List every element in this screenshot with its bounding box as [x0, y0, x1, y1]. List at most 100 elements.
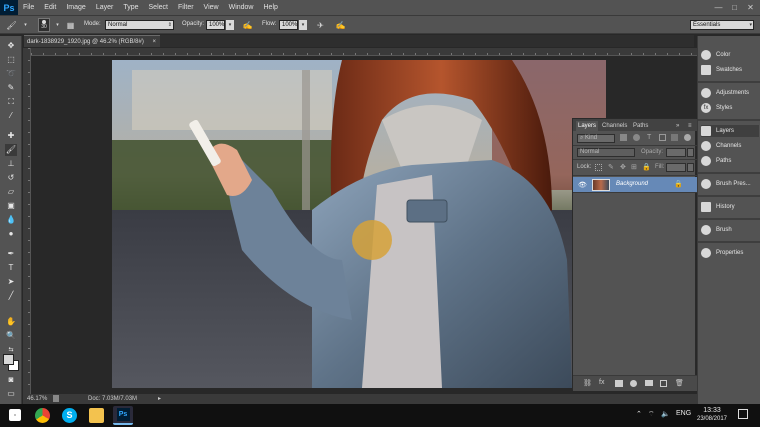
tab-layers[interactable]: Layers [576, 121, 599, 131]
minimize-button[interactable]: — [713, 2, 724, 13]
foreground-color-swatch[interactable] [3, 354, 14, 365]
dock-layers[interactable]: Layers [701, 125, 759, 137]
blend-mode-select[interactable]: Normal [577, 148, 635, 157]
layer-row-background[interactable]: 👁 Background 🔒 [573, 177, 697, 193]
brush-tool-preset-icon[interactable]: 🖌 [6, 20, 17, 31]
skype-icon[interactable]: S [62, 408, 77, 423]
volume-icon[interactable]: 🔈 [661, 410, 670, 418]
panel-menu-icon[interactable]: ≡ [686, 121, 694, 131]
crop-tool-icon[interactable]: ⛶ [5, 96, 17, 108]
add-mask-icon[interactable] [615, 380, 623, 387]
opacity-dropdown-icon[interactable]: ▾ [226, 20, 234, 30]
lock-position-icon[interactable]: ✥ [620, 163, 626, 171]
filter-adjustment-icon[interactable] [633, 134, 640, 141]
clone-stamp-tool-icon[interactable]: ⊥ [5, 158, 17, 170]
dock-properties[interactable]: Properties [701, 247, 759, 259]
close-window-button[interactable]: ✕ [745, 2, 756, 13]
layer-opacity-dropdown-icon[interactable] [687, 148, 694, 157]
layer-style-icon[interactable]: fx [599, 379, 604, 386]
healing-brush-tool-icon[interactable]: ✚ [5, 130, 17, 142]
eyedropper-tool-icon[interactable]: ⁄ [5, 110, 17, 122]
delete-layer-icon[interactable]: 🗑 [675, 379, 684, 387]
filter-shape-icon[interactable] [659, 134, 666, 141]
blur-tool-icon[interactable]: 💧 [5, 214, 17, 226]
history-brush-tool-icon[interactable]: ↺ [5, 172, 17, 184]
dock-color[interactable]: Color [701, 49, 759, 61]
tray-chevron-icon[interactable]: ⌃ [636, 410, 642, 418]
layer-filter-kind[interactable]: ⌕ Kind [577, 134, 615, 143]
filter-toggle-icon[interactable] [684, 134, 691, 141]
layer-visibility-eye-icon[interactable]: 👁 [578, 181, 587, 189]
status-menu-arrow-icon[interactable]: ▸ [158, 395, 161, 402]
layer-opacity-field[interactable] [666, 148, 686, 157]
flow-dropdown-icon[interactable]: ▾ [299, 20, 307, 30]
type-tool-icon[interactable]: T [5, 262, 17, 274]
menu-help[interactable]: Help [259, 0, 283, 15]
filter-type-icon[interactable]: T [647, 134, 651, 141]
menu-image[interactable]: Image [61, 0, 90, 15]
layer-name[interactable]: Background [616, 181, 648, 187]
dock-swatches[interactable]: Swatches [701, 64, 759, 76]
quick-mask-icon[interactable]: ◙ [5, 374, 17, 386]
airbrush-icon[interactable]: ✈ [315, 20, 326, 31]
pressure-opacity-icon[interactable]: ✍ [242, 20, 253, 31]
pen-tool-icon[interactable]: ✒ [5, 248, 17, 260]
menu-layer[interactable]: Layer [91, 0, 119, 15]
screen-mode-icon[interactable]: ▭ [5, 388, 17, 400]
maximize-button[interactable]: □ [729, 2, 740, 13]
document-image[interactable] [112, 60, 606, 388]
zoom-level[interactable]: 46.17% [27, 396, 47, 402]
lock-transparency-icon[interactable] [595, 164, 602, 171]
dock-brush-presets[interactable]: Brush Pres... [701, 178, 759, 190]
tab-channels[interactable]: Channels [600, 121, 629, 131]
menu-edit[interactable]: Edit [39, 0, 61, 15]
start-windows-icon[interactable] [9, 409, 21, 421]
group-folder-icon[interactable] [645, 380, 653, 386]
adjustment-layer-icon[interactable] [630, 380, 637, 387]
menu-file[interactable]: File [18, 0, 39, 15]
link-layers-icon[interactable]: ⛓ [583, 379, 592, 387]
filter-pixel-icon[interactable] [620, 134, 627, 141]
lock-artboard-icon[interactable]: ⊞ [631, 163, 637, 171]
tab-paths[interactable]: Paths [631, 121, 650, 131]
filter-smart-object-icon[interactable] [671, 134, 678, 141]
input-language[interactable]: ENG [676, 410, 691, 417]
dock-history[interactable]: History [701, 201, 759, 213]
menu-type[interactable]: Type [118, 0, 143, 15]
brush-panel-toggle-icon[interactable]: ▦ [65, 20, 76, 31]
rectangle-tool-icon[interactable]: ╱ [5, 290, 17, 302]
menu-window[interactable]: Window [224, 0, 259, 15]
path-selection-tool-icon[interactable]: ➤ [5, 276, 17, 288]
dock-styles[interactable]: fx Styles [701, 102, 759, 114]
file-explorer-icon[interactable] [89, 408, 104, 423]
document-tab-close-icon[interactable]: × [152, 36, 156, 48]
flow-field[interactable]: 100% [279, 20, 298, 30]
dock-brush[interactable]: Brush [701, 224, 759, 236]
eraser-tool-icon[interactable]: ▱ [5, 186, 17, 198]
new-layer-icon[interactable] [660, 380, 667, 387]
zoom-tool-icon[interactable]: 🔍 [5, 330, 17, 342]
menu-filter[interactable]: Filter [173, 0, 199, 15]
dock-paths[interactable]: Paths [701, 155, 759, 167]
panel-collapse-icon[interactable]: » [674, 121, 681, 131]
dock-adjustments[interactable]: Adjustments [701, 87, 759, 99]
chrome-icon[interactable] [35, 408, 50, 423]
pressure-size-icon[interactable]: ✍ [335, 20, 346, 31]
wifi-icon[interactable]: ⌔ [648, 410, 655, 419]
clock-time[interactable]: 13:33 [700, 407, 724, 414]
dodge-tool-icon[interactable]: ● [5, 228, 17, 240]
gradient-tool-icon[interactable]: ▣ [5, 200, 17, 212]
status-info-icon[interactable] [53, 395, 59, 402]
dock-channels[interactable]: Channels [701, 140, 759, 152]
marquee-tool-icon[interactable]: ⬚ [5, 54, 17, 66]
layer-fill-dropdown-icon[interactable] [687, 163, 694, 172]
hand-tool-icon[interactable]: ✋ [5, 316, 17, 328]
menu-view[interactable]: View [199, 0, 224, 15]
layer-fill-field[interactable] [666, 163, 686, 172]
photoshop-taskbar-button[interactable]: Ps [113, 406, 133, 425]
opacity-field[interactable]: 100% [206, 20, 225, 30]
lock-pixels-icon[interactable]: ✎ [608, 163, 614, 171]
workspace-select[interactable]: Essentials ▾ [690, 20, 754, 30]
menu-select[interactable]: Select [144, 0, 173, 15]
brush-size-picker[interactable]: 30 [38, 18, 50, 32]
